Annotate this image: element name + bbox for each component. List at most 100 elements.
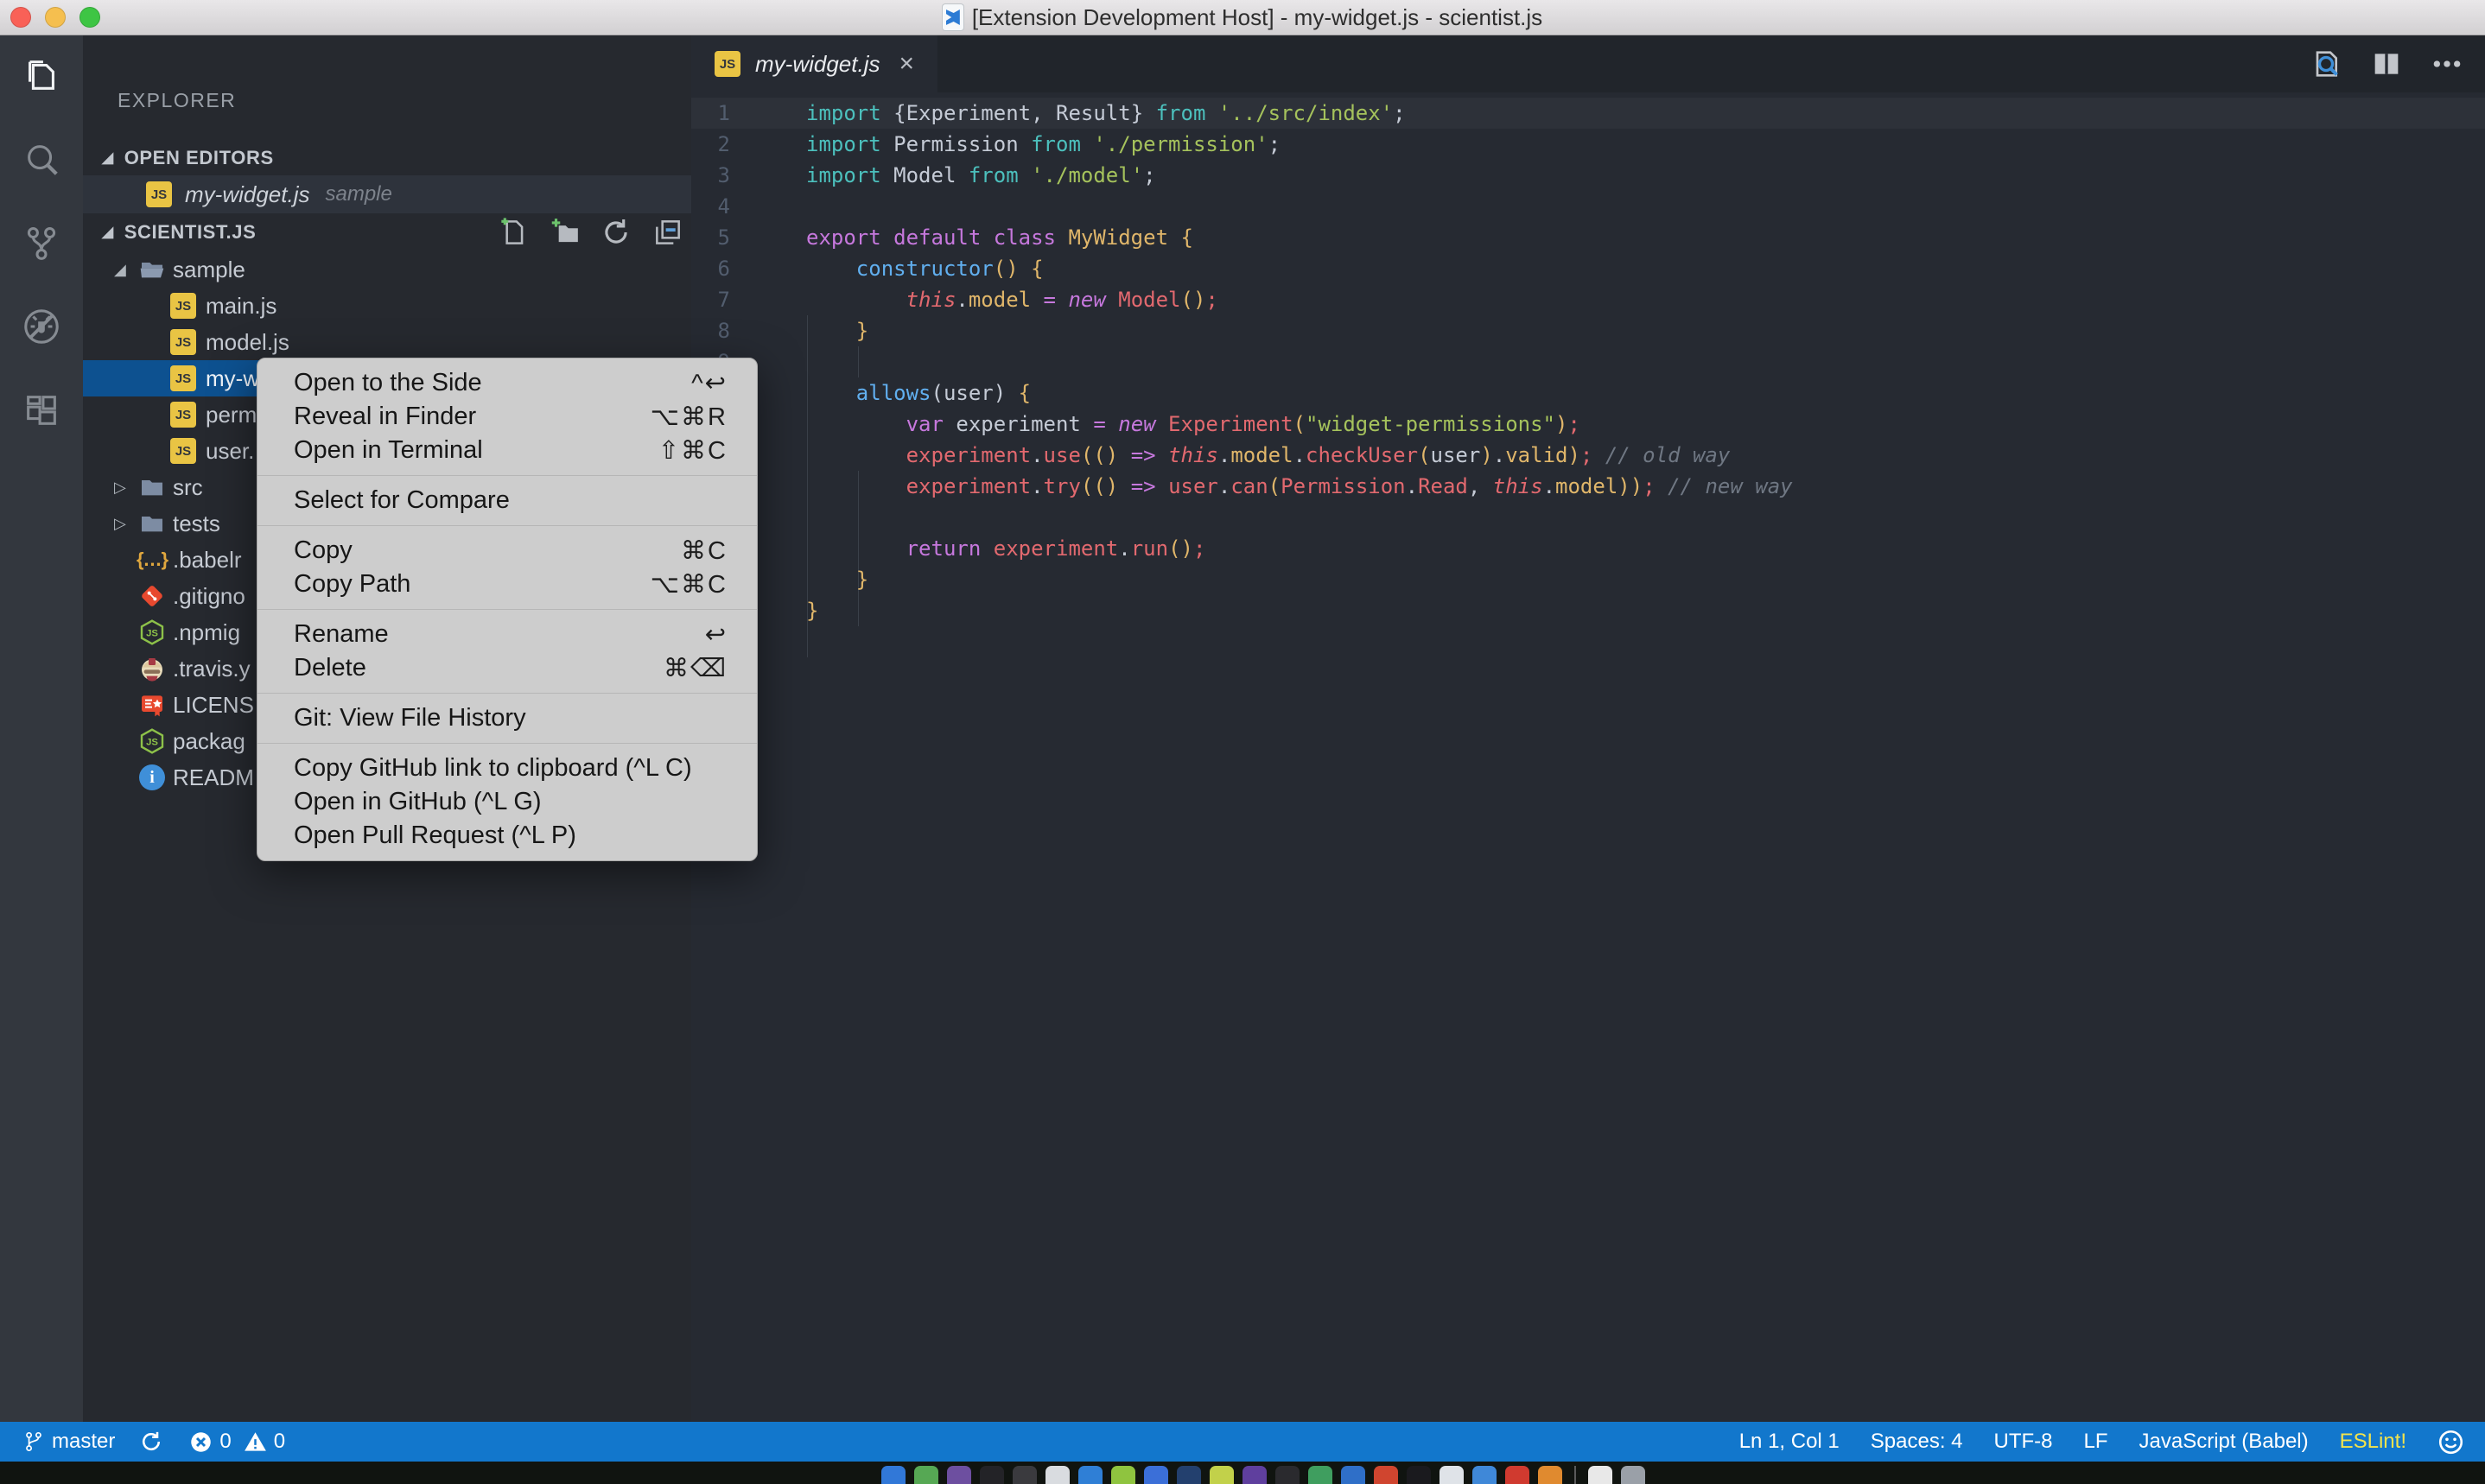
sync-button[interactable] (139, 1430, 163, 1454)
menu-item-rename[interactable]: Rename↩ (257, 618, 757, 651)
git-branch-status[interactable]: master (22, 1430, 115, 1454)
menu-item-copy-path[interactable]: Copy Path⌥⌘C (257, 568, 757, 601)
menu-item-open-to-the-side[interactable]: Open to the Side^↩ (257, 366, 757, 400)
open-editor-item[interactable]: JS my-widget.js sample (83, 175, 691, 213)
branch-name: master (52, 1430, 115, 1454)
folder-file-icon (138, 473, 166, 501)
dock-icon[interactable] (1374, 1466, 1398, 1484)
activity-explorer[interactable] (0, 35, 83, 119)
dock-icon[interactable] (914, 1466, 938, 1484)
line-number: 5 (691, 222, 730, 253)
menu-item-copy-github-link-to-clipboard-l-c[interactable]: Copy GitHub link to clipboard (^L C) (257, 752, 757, 785)
status-bar: master 0 0 Ln 1, Col 1 Spaces: 4 UTF-8 LF Ja… (0, 1422, 2485, 1462)
eslint-status[interactable]: ESLint! (2340, 1430, 2406, 1454)
collapse-all-icon (651, 231, 684, 253)
menu-item-reveal-in-finder[interactable]: Reveal in Finder⌥⌘R (257, 400, 757, 434)
activity-search[interactable] (0, 119, 83, 203)
dock-icon[interactable] (1341, 1466, 1365, 1484)
folder-file-icon (138, 510, 166, 537)
js-file-icon: JS (169, 401, 197, 428)
tab-close-icon[interactable]: × (899, 51, 914, 77)
tree-item-label: src (173, 474, 203, 501)
dock-icon[interactable] (1621, 1466, 1645, 1484)
collapse-all-button[interactable] (651, 216, 684, 249)
menu-item-shortcut: ⌘C (681, 536, 728, 566)
tree-item-label: perm (206, 402, 257, 428)
dock-icon[interactable] (1588, 1466, 1612, 1484)
menu-item-copy[interactable]: Copy⌘C (257, 534, 757, 568)
menu-item-label: Delete (294, 654, 366, 682)
activity-source-control[interactable] (0, 203, 83, 287)
activity-extensions[interactable] (0, 371, 83, 454)
tree-item-model-js[interactable]: JSmodel.js (83, 324, 691, 360)
problems-status[interactable]: 0 0 (189, 1430, 285, 1454)
zoom-button[interactable] (79, 7, 100, 28)
menu-item-label: Open in Terminal (294, 436, 483, 465)
dock-icon[interactable] (1144, 1466, 1168, 1484)
close-button[interactable] (10, 7, 31, 28)
refresh-button[interactable] (600, 216, 632, 249)
cursor-position[interactable]: Ln 1, Col 1 (1739, 1430, 1840, 1454)
activity-debug[interactable] (0, 287, 83, 371)
new-folder-button[interactable] (548, 216, 581, 249)
menu-item-open-in-terminal[interactable]: Open in Terminal ⇧⌘C (257, 434, 757, 467)
window-title-wrap: [Extension Development Host] - my-widget… (943, 4, 1542, 31)
dock-icon[interactable] (881, 1466, 906, 1484)
dock-icon[interactable] (1308, 1466, 1332, 1484)
menu-item-delete[interactable]: Delete⌘⌫ (257, 651, 757, 685)
folder-open-file-icon (138, 256, 166, 283)
dock-icon[interactable] (1440, 1466, 1464, 1484)
dock-icon[interactable] (1407, 1466, 1431, 1484)
dock-icon[interactable] (1177, 1466, 1201, 1484)
dock-icon[interactable] (1013, 1466, 1037, 1484)
tree-item-main-js[interactable]: JSmain.js (83, 288, 691, 324)
minimize-button[interactable] (45, 7, 66, 28)
dock-icon[interactable] (1210, 1466, 1234, 1484)
code-lines: 1import {Experiment, Result} from '../sr… (691, 98, 2485, 626)
code-editor-surface[interactable]: 1import {Experiment, Result} from '../sr… (691, 92, 2485, 1422)
dock-icon[interactable] (1275, 1466, 1300, 1484)
open-editors-header[interactable]: ◢ OPEN EDITORS (83, 141, 691, 175)
twistie-collapsed-icon: ▷ (114, 479, 126, 497)
line-number: 1 (691, 98, 730, 129)
line-number: 4 (691, 191, 730, 222)
sidebar-title: EXPLORER (118, 89, 236, 112)
files-icon (22, 55, 61, 99)
dock-icon[interactable] (1538, 1466, 1562, 1484)
menu-item-label: Rename (294, 620, 389, 649)
new-file-button[interactable] (496, 216, 529, 249)
folder-section-header[interactable]: ◢ SCIENTIST.JS (83, 213, 691, 251)
more-actions-button[interactable] (2430, 47, 2464, 81)
dock-icon[interactable] (1472, 1466, 1497, 1484)
tree-item-sample[interactable]: ◢sample (83, 251, 691, 288)
dock-icon[interactable] (980, 1466, 1004, 1484)
status-left: master 0 0 (22, 1430, 285, 1454)
dock-icon[interactable] (1242, 1466, 1267, 1484)
menu-item-select-for-compare[interactable]: Select for Compare (257, 484, 757, 517)
menu-item-open-pull-request-l-p[interactable]: Open Pull Request (^L P) (257, 819, 757, 853)
menu-item-open-in-github-l-g[interactable]: Open in GitHub (^L G) (257, 785, 757, 819)
js-file-icon: JS (169, 365, 197, 392)
dock-icon[interactable] (1111, 1466, 1135, 1484)
tab-my-widget[interactable]: JS my-widget.js × (691, 35, 937, 92)
menu-item-shortcut: ⇧⌘C (658, 435, 728, 466)
menu-item-label: Open to the Side (294, 369, 482, 397)
dock-icon[interactable] (1045, 1466, 1070, 1484)
menu-item-git-view-file-history[interactable]: Git: View File History (257, 701, 757, 735)
dock-icon[interactable] (1078, 1466, 1103, 1484)
tree-item-label: model.js (206, 329, 289, 356)
split-editor-button[interactable] (2369, 47, 2404, 81)
encoding[interactable]: UTF-8 (1994, 1430, 2053, 1454)
ellipsis-icon (2430, 70, 2464, 85)
indentation[interactable]: Spaces: 4 (1871, 1430, 1963, 1454)
code-line-3: 3import Model from './model'; (691, 160, 2485, 191)
tree-item-label: sample (173, 257, 245, 283)
dock-icon[interactable] (947, 1466, 971, 1484)
language-mode[interactable]: JavaScript (Babel) (2139, 1430, 2309, 1454)
warning-count: 0 (274, 1430, 285, 1454)
git-file-file-icon (138, 582, 166, 610)
dock-icon[interactable] (1505, 1466, 1529, 1484)
feedback-smiley[interactable] (2437, 1429, 2464, 1455)
open-preview-button[interactable] (2309, 47, 2343, 81)
eol[interactable]: LF (2084, 1430, 2108, 1454)
